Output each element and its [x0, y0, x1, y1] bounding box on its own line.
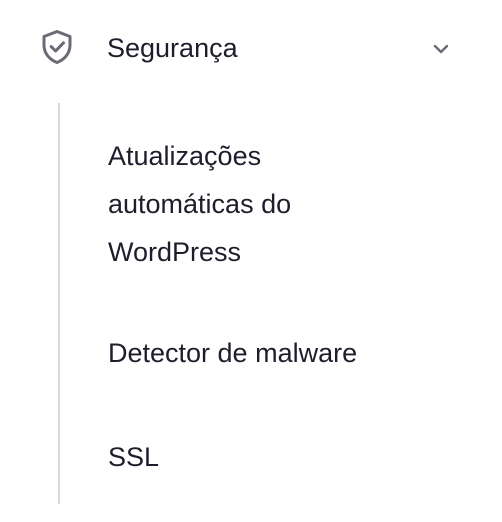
submenu-item-ssl[interactable]: SSL	[108, 433, 159, 481]
security-menu: Segurança Atualizações automáticas do Wo…	[0, 0, 502, 522]
chevron-down-icon[interactable]	[428, 36, 454, 62]
shield-check-icon	[42, 30, 72, 64]
submenu-item-wordpress-auto-updates[interactable]: Atualizações automáticas do WordPress	[108, 132, 408, 276]
submenu-divider	[58, 103, 60, 504]
submenu-item-malware-scanner[interactable]: Detector de malware	[108, 329, 357, 377]
section-title: Segurança	[107, 33, 238, 63]
security-section-toggle[interactable]: Segurança	[0, 0, 502, 100]
